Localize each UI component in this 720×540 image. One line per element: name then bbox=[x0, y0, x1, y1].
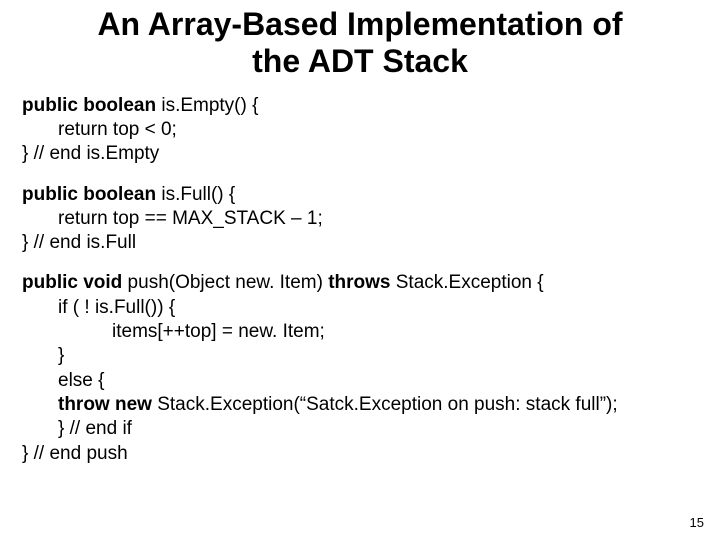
sig-rest: is.Full() { bbox=[156, 184, 235, 205]
isfull-block: public boolean is.Full() { return top ==… bbox=[22, 183, 720, 256]
keyword: public boolean bbox=[22, 95, 156, 116]
push-signature: public void push(Object new. Item) throw… bbox=[22, 271, 720, 295]
sig-mid: push(Object new. Item) bbox=[122, 272, 328, 293]
push-closeif: } bbox=[22, 344, 720, 368]
throw-rest: Stack.Exception(“Satck.Exception on push… bbox=[152, 394, 618, 415]
push-closeelse: } // end if bbox=[22, 417, 720, 441]
slide: An Array-Based Implementation of the ADT… bbox=[0, 0, 720, 540]
isfull-signature: public boolean is.Full() { bbox=[22, 183, 720, 207]
keyword: throw new bbox=[58, 394, 152, 415]
keyword: public void bbox=[22, 272, 122, 293]
push-assign: items[++top] = new. Item; bbox=[22, 320, 720, 344]
title-line-1: An Array-Based Implementation of bbox=[0, 6, 720, 43]
isfull-body: return top == MAX_STACK – 1; bbox=[22, 207, 720, 231]
isempty-close: } // end is.Empty bbox=[22, 142, 720, 166]
push-block: public void push(Object new. Item) throw… bbox=[22, 271, 720, 466]
isfull-close: } // end is.Full bbox=[22, 231, 720, 255]
sig-rest: Stack.Exception { bbox=[390, 272, 543, 293]
page-number: 15 bbox=[690, 515, 704, 530]
isempty-signature: public boolean is.Empty() { bbox=[22, 94, 720, 118]
isempty-block: public boolean is.Empty() { return top <… bbox=[22, 94, 720, 167]
keyword: throws bbox=[328, 272, 390, 293]
keyword: public boolean bbox=[22, 184, 156, 205]
push-else: else { bbox=[22, 369, 720, 393]
slide-title: An Array-Based Implementation of the ADT… bbox=[0, 0, 720, 80]
push-throw: throw new Stack.Exception(“Satck.Excepti… bbox=[22, 393, 720, 417]
push-if: if ( ! is.Full()) { bbox=[22, 296, 720, 320]
isempty-body: return top < 0; bbox=[22, 118, 720, 142]
push-closemethod: } // end push bbox=[22, 442, 720, 466]
title-line-2: the ADT Stack bbox=[0, 43, 720, 80]
code-area: public boolean is.Empty() { return top <… bbox=[0, 94, 720, 466]
sig-rest: is.Empty() { bbox=[156, 95, 258, 116]
